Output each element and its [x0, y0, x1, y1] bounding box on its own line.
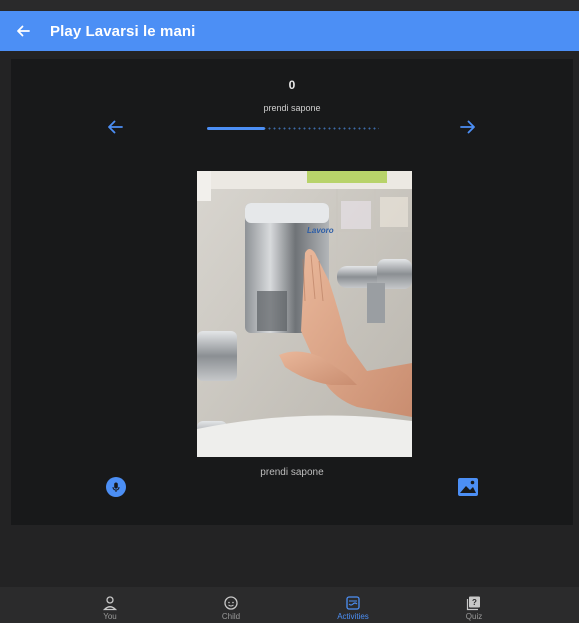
nav-item-you[interactable]: You — [70, 587, 150, 623]
page-title: Play Lavarsi le mani — [50, 22, 196, 40]
status-strip — [0, 0, 579, 11]
arrow-right-icon — [460, 120, 475, 134]
nav-label-you: You — [103, 612, 117, 621]
record-audio-button[interactable] — [106, 477, 126, 497]
soap-dispenser-photo: Lavoro — [197, 171, 412, 457]
nav-item-child[interactable]: Child — [191, 587, 271, 623]
step-number: 0 — [288, 78, 296, 92]
bottom-navigation: You Child Activities ? Quiz — [0, 587, 579, 623]
content-area: 0 prendi sapone Lavoro prendi sapone — [0, 51, 579, 587]
progress-fill — [207, 127, 266, 130]
svg-text:?: ? — [472, 598, 477, 607]
nav-label-child: Child — [221, 612, 241, 621]
step-image: Lavoro — [197, 171, 412, 457]
step-card: 0 prendi sapone Lavoro prendi sapone — [11, 59, 573, 525]
step-progress-bar — [207, 127, 379, 130]
app-bar: Play Lavarsi le mani — [0, 11, 579, 51]
arrow-left-icon — [17, 25, 30, 37]
next-step-button[interactable] — [458, 117, 478, 137]
svg-text:Lavoro: Lavoro — [307, 226, 334, 235]
nav-item-activities[interactable]: Activities — [313, 587, 393, 623]
nav-label-activities: Activities — [337, 612, 369, 621]
previous-step-button[interactable] — [105, 117, 125, 137]
image-icon — [458, 478, 478, 496]
change-image-button[interactable] — [457, 477, 479, 497]
nav-item-quiz[interactable]: ? Quiz — [434, 587, 514, 623]
quiz-icon: ? — [466, 596, 480, 611]
back-button[interactable] — [12, 20, 34, 42]
person-icon — [102, 596, 118, 611]
activities-icon — [346, 596, 360, 610]
step-label: prendi sapone — [263, 103, 321, 113]
step-caption: prendi sapone — [260, 467, 324, 478]
microphone-icon — [112, 482, 120, 492]
nav-label-quiz: Quiz — [465, 612, 483, 621]
arrow-left-icon — [108, 120, 123, 134]
child-face-icon — [224, 596, 238, 610]
